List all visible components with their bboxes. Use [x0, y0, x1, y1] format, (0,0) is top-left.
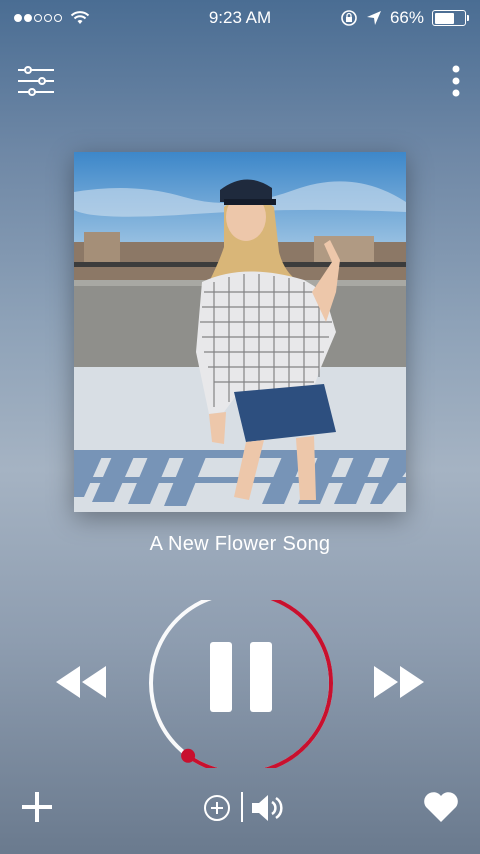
battery-fill	[434, 12, 454, 24]
heart-icon[interactable]	[422, 790, 460, 824]
album-art	[74, 152, 406, 512]
add-circle-icon[interactable]	[200, 793, 234, 823]
divider	[241, 792, 243, 822]
pause-icon[interactable]	[210, 642, 272, 712]
location-arrow-icon	[366, 11, 381, 25]
rotation-lock-icon	[341, 10, 357, 26]
status-left	[14, 10, 90, 26]
battery-icon	[432, 10, 469, 26]
wifi-icon	[70, 11, 90, 24]
volume-icon[interactable]	[250, 792, 286, 824]
status-bar: 9:23 AM 66%	[0, 0, 480, 36]
equalizer-sliders-icon[interactable]	[16, 64, 56, 98]
fast-forward-icon[interactable]	[372, 662, 426, 702]
progress-knob	[181, 748, 196, 763]
status-right: 66%	[340, 8, 469, 28]
battery-percent: 66%	[389, 8, 424, 27]
album-photo	[74, 152, 406, 512]
signal-strength-icon	[14, 14, 62, 22]
song-title: A New Flower Song	[149, 533, 331, 555]
plus-icon[interactable]	[20, 790, 54, 824]
more-vertical-icon[interactable]	[444, 64, 468, 98]
rewind-icon[interactable]	[54, 662, 108, 702]
